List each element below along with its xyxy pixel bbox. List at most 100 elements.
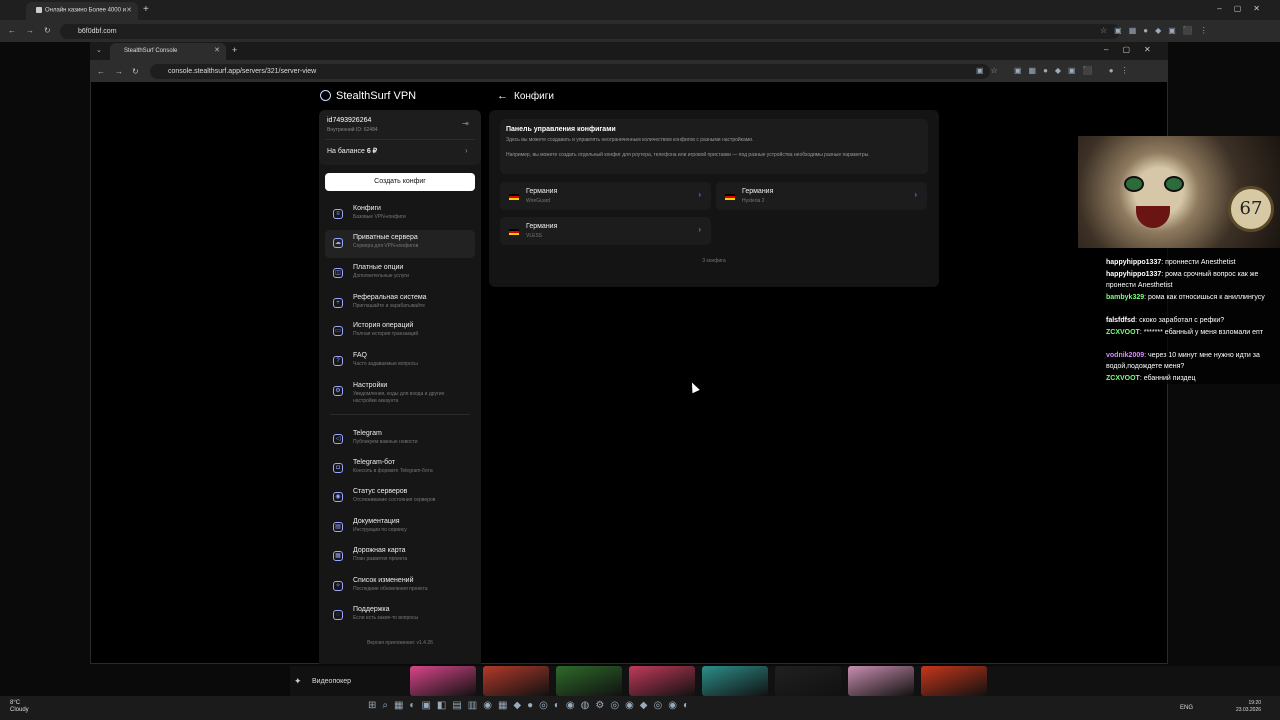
outer-active-tab[interactable]: Онлайн казино Более 4000 и ✕: [26, 2, 138, 20]
outer-back-icon[interactable]: ←: [8, 26, 16, 35]
sidebar-item[interactable]: ✧ Список изменений Последние обновления пр…: [325, 573, 475, 601]
config-protocol: WireGuard: [526, 198, 551, 204]
sidebar-item[interactable]: ▦ Дорожная карта План развития проекта: [325, 543, 475, 571]
forward-icon[interactable]: →: [115, 67, 123, 76]
sidebar-item[interactable]: ◉ Статус серверов Отслеживание состояния с…: [325, 484, 475, 512]
clock-time: 19:20: [1248, 700, 1262, 706]
sidebar-item-title: Платные опции: [353, 264, 404, 271]
chat-text: проннести Anesthetist: [1165, 259, 1236, 266]
sidebar-item[interactable]: ☁ Приватные сервера Сервера для VPN-конфиг…: [325, 230, 475, 258]
sidebar-item[interactable]: ◘ Telegram-бот Консоль в формате Telegram-…: [325, 455, 475, 483]
chevron-right-icon: ›: [698, 190, 701, 199]
chat-message: ZCXVOOT: ебанний пиздец: [1106, 373, 1278, 384]
game-thumbnail[interactable]: [848, 666, 914, 696]
sidebar-item[interactable]: ⚙ Настройки Уведомления, коды для входа и …: [325, 378, 475, 406]
sidebar-item-subtitle: Публикуем важные новости: [353, 439, 418, 445]
game-thumbnail[interactable]: [629, 666, 695, 696]
inner-active-tab[interactable]: StealthSurf Console ✕: [110, 43, 226, 60]
logout-icon[interactable]: ⇥: [462, 119, 469, 128]
sidebar-item-subtitle: Базовые VPN-конфиги: [353, 214, 406, 220]
back-arrow-icon[interactable]: ←: [497, 90, 508, 102]
sidebar-item-title: Документация: [353, 518, 400, 525]
tab-list-icon[interactable]: ⌄: [96, 46, 102, 54]
list-icon: ≡: [333, 209, 343, 219]
menu-divider: [330, 414, 470, 415]
chat-text: скоко заработал с рефки?: [1139, 317, 1225, 324]
config-country: Германия: [526, 223, 558, 230]
chat-message: happyhippo1337: проннести Anesthetist: [1106, 257, 1278, 268]
outer-address-bar[interactable]: b6f0dbf.com: [60, 24, 1120, 39]
outer-forward-icon[interactable]: →: [26, 26, 34, 35]
game-thumbnail[interactable]: [556, 666, 622, 696]
sparkle-icon: ✧: [333, 581, 343, 591]
sidebar-item[interactable]: ◁ Telegram Публикуем важные новости: [325, 426, 475, 454]
sidebar-item[interactable]: ◫ Платные опции Дополнительные услуги: [325, 260, 475, 288]
game-thumbnail[interactable]: [410, 666, 476, 696]
chat-message: bambyk329: рома как относишься к аниллин…: [1106, 292, 1278, 303]
weather-desc: Cloudy: [10, 707, 29, 713]
cloud-icon: ☁: [333, 238, 343, 248]
game-thumbnail[interactable]: [921, 666, 987, 696]
clock-date: 23.03.2026: [1236, 707, 1262, 713]
info-title: Панель управления конфигами: [506, 126, 616, 133]
sidebar-item-subtitle: Полная история транзакций: [353, 331, 419, 337]
language-indicator[interactable]: ENG: [1180, 705, 1193, 711]
germany-flag-icon: [509, 194, 519, 200]
sidebar-item-title: Статус серверов: [353, 488, 408, 495]
sidebar-item-subtitle: Дополнительные услуги: [353, 273, 409, 279]
sidebar-item-title: FAQ: [353, 352, 368, 359]
config-card[interactable]: Германия Hysteria 2 ›: [716, 182, 927, 210]
support-icon: ◌: [333, 610, 343, 620]
chat-icon: ?: [333, 356, 343, 366]
sidebar-item[interactable]: ▭ История операций Полная история транзакц…: [325, 318, 475, 346]
reload-icon[interactable]: ↻: [132, 67, 139, 76]
new-tab-icon[interactable]: +: [232, 45, 237, 55]
balance-row[interactable]: На балансе 6 ₽: [327, 147, 377, 155]
close-tab-icon[interactable]: ✕: [214, 46, 220, 54]
chat-username: vodnik2009: [1106, 352, 1145, 359]
window-controls[interactable]: –▢✕: [1217, 4, 1272, 13]
taskbar-app-icons[interactable]: ⊞⌕▦◐▣◧▤▥◉▦◆●◎◐◉◍⚙◎◉◆◎◉◐: [368, 700, 695, 711]
cards-icon: ✦: [294, 676, 302, 686]
sidebar-item-subtitle: Последние обновления проекта: [353, 586, 428, 592]
cat-eye: [1124, 176, 1144, 192]
card-icon: ▭: [333, 326, 343, 336]
config-card[interactable]: Германия WireGuard ›: [500, 182, 711, 210]
sidebar-item-subtitle: План развития проекта: [353, 556, 408, 562]
outer-reload-icon[interactable]: ↻: [44, 26, 51, 35]
chat-username: happyhippo1337: [1106, 259, 1162, 266]
doc-icon: ▤: [333, 522, 343, 532]
brand-logo[interactable]: StealthSurf VPN: [320, 90, 416, 102]
inner-extension-icons[interactable]: ▣☆ ▣▦●◆▣⬛ ●⋮: [976, 66, 1136, 75]
inner-address-bar[interactable]: console.stealthsurf.app/servers/321/serv…: [150, 64, 990, 79]
sidebar-item[interactable]: ▤ Документация Инструкции по сервису: [325, 514, 475, 542]
outer-tab-title: Онлайн казино Более 4000 и: [45, 7, 126, 14]
weather-widget[interactable]: 8°C Cloudy: [10, 700, 29, 714]
game-thumbnail[interactable]: [483, 666, 549, 696]
sidebar-item[interactable]: ? FAQ Часто задаваемые вопросы: [325, 348, 475, 376]
close-tab-icon[interactable]: ✕: [126, 6, 132, 14]
new-tab-icon[interactable]: +: [143, 4, 149, 15]
system-clock[interactable]: 19:20 23.03.2026: [1236, 700, 1261, 714]
game-thumbnail[interactable]: [775, 666, 841, 696]
bot-icon: ◘: [333, 463, 343, 473]
back-icon[interactable]: ←: [97, 67, 105, 76]
outer-extension-icons[interactable]: ☆▣▦●◆▣⬛⋮: [1100, 26, 1215, 35]
sidebar-item-subtitle: Инструкции по сервису: [353, 527, 407, 533]
sidebar-item[interactable]: ◌ Поддержка Если есть какие-то вопросы: [325, 602, 475, 630]
cat-mouth: [1136, 206, 1170, 228]
inner-window-controls[interactable]: –▢✕: [1104, 45, 1165, 54]
map-icon: ▦: [333, 551, 343, 561]
game-thumbnail[interactable]: [702, 666, 768, 696]
sidebar-item[interactable]: ≡ Конфиги Базовые VPN-конфиги: [325, 201, 475, 229]
balance-label: На балансе: [327, 148, 365, 155]
app-version: Версия приложения: v1.4.26: [367, 640, 433, 646]
config-card[interactable]: Германия VLESS ›: [500, 217, 711, 245]
sidebar-item[interactable]: + Реферальная система Приглашайте и зараба…: [325, 290, 475, 318]
chat-text: ебанний пиздец: [1143, 375, 1196, 382]
germany-flag-icon: [725, 194, 735, 200]
create-config-button[interactable]: Создать конфиг: [325, 173, 475, 191]
sidebar-item-title: Конфиги: [353, 205, 381, 212]
chat-username: ZCXVOOT: [1106, 329, 1140, 336]
config-count: 3 конфига: [702, 258, 726, 264]
